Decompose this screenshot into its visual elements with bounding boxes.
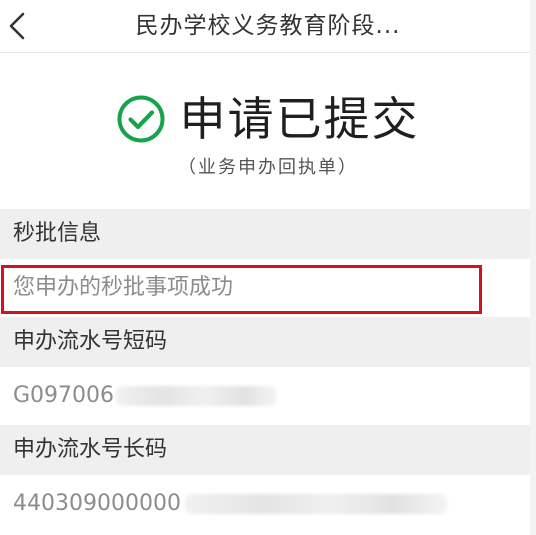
highlight-annotation-box xyxy=(1,265,482,314)
page-title: 民办学校义务教育阶段... xyxy=(135,13,401,39)
section-value-long-serial: 440309000000 xyxy=(0,475,530,533)
status-subtitle: （业务申办回执单） xyxy=(178,157,358,178)
check-circle-icon xyxy=(117,95,165,143)
page-edge xyxy=(530,0,536,535)
short-serial-text: G097006 xyxy=(13,383,115,408)
receipt-page: 民办学校义务教育阶段... 申请已提交 （业务申办回执单） 秒批信息 您申办的秒… xyxy=(0,0,536,535)
status-panel: 申请已提交 （业务申办回执单） xyxy=(0,53,536,208)
redacted-blur xyxy=(116,386,277,406)
section-header-long-serial: 申办流水号长码 xyxy=(0,425,530,475)
status-row: 申请已提交 xyxy=(0,91,536,147)
section-value-short-serial: G097006 xyxy=(0,367,530,425)
redacted-blur xyxy=(184,494,447,514)
section-header-short-serial: 申办流水号短码 xyxy=(0,317,530,367)
long-serial-text: 440309000000 xyxy=(13,491,181,516)
nav-bar: 民办学校义务教育阶段... xyxy=(0,0,536,53)
back-button[interactable] xyxy=(4,6,38,46)
chevron-left-icon xyxy=(9,12,25,40)
status-title: 申请已提交 xyxy=(179,92,420,146)
section-header-approval-info: 秒批信息 xyxy=(0,209,530,259)
